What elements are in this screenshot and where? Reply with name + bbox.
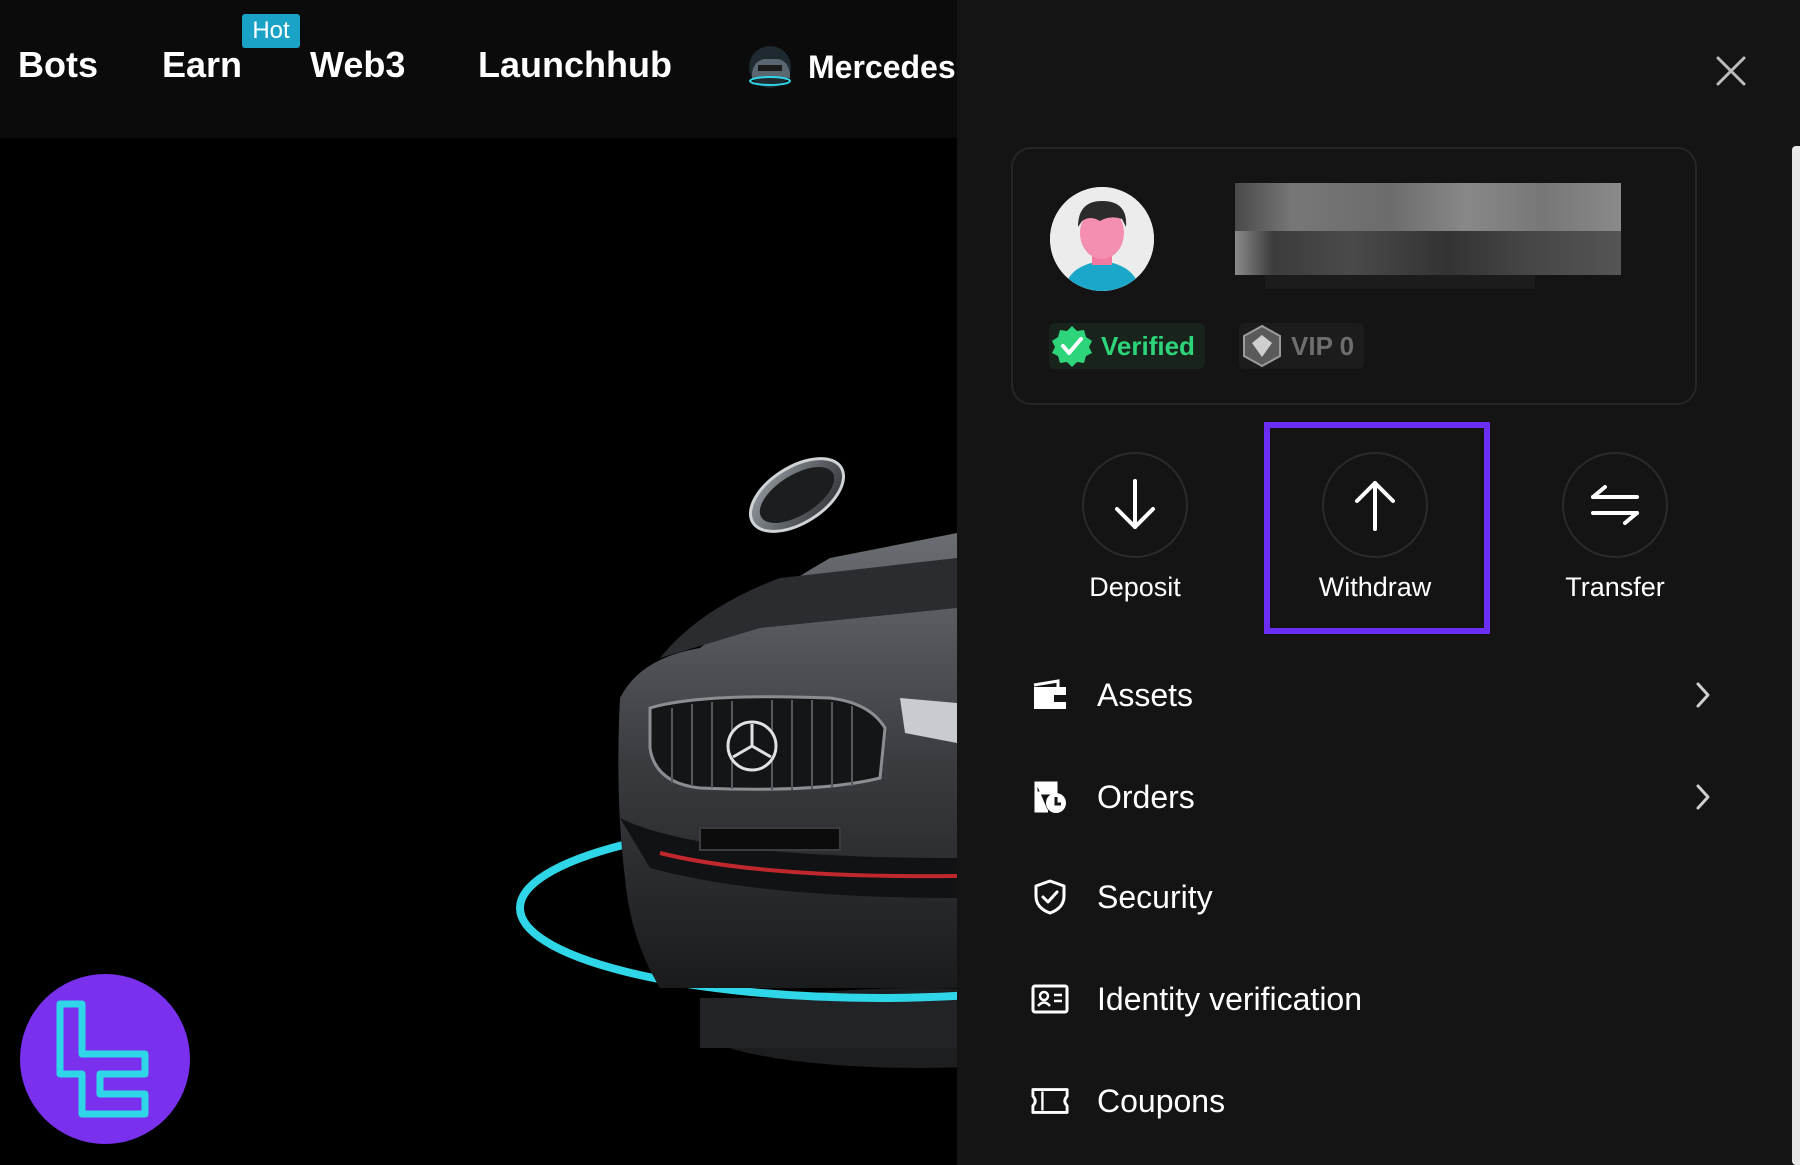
nav-web3[interactable]: Web3	[310, 44, 405, 86]
nav-mercedes-promo[interactable]: Mercedes	[744, 42, 956, 92]
arrow-down-icon	[1115, 479, 1155, 529]
logo-watermark	[20, 974, 190, 1144]
blurred-username	[1235, 183, 1621, 293]
user-profile-card: Verified VIP 0	[1011, 147, 1697, 405]
ticket-icon	[1031, 1082, 1069, 1120]
verified-label: Verified	[1101, 330, 1195, 361]
chevron-right-icon	[1696, 784, 1710, 810]
menu-item-assets[interactable]: Assets	[1031, 660, 1713, 730]
nav-earn[interactable]: Earn	[162, 44, 242, 86]
verified-check-icon	[1052, 326, 1092, 367]
avatar[interactable]	[1050, 187, 1154, 291]
transfer-arrows-icon	[1591, 485, 1639, 525]
chevron-right-icon	[1696, 682, 1710, 708]
page-background: Bots Earn Hot Web3 Launchhub Mercedes	[0, 0, 957, 1165]
withdraw-highlight-frame	[1264, 422, 1490, 634]
close-icon[interactable]	[1712, 52, 1750, 90]
tc-logo-icon	[56, 1000, 149, 1118]
menu-item-identity-verification[interactable]: Identity verification	[1031, 964, 1713, 1034]
nav-mercedes-label: Mercedes	[808, 48, 956, 85]
wallet-icon	[1031, 676, 1069, 714]
deposit-circle	[1082, 452, 1188, 558]
menu-item-security[interactable]: Security	[1031, 862, 1713, 932]
transfer-label: Transfer	[1565, 572, 1665, 602]
menu-item-coupons[interactable]: Coupons	[1031, 1066, 1713, 1136]
menu-orders-label: Orders	[1097, 778, 1195, 815]
orders-clock-icon	[1031, 778, 1069, 816]
nav-launchhub[interactable]: Launchhub	[478, 44, 672, 86]
transfer-button[interactable]: Transfer	[1545, 452, 1685, 603]
vip-badge: VIP 0	[1239, 323, 1365, 369]
menu-assets-label: Assets	[1097, 676, 1194, 713]
deposit-label: Deposit	[1089, 572, 1181, 602]
car-thumbnail-icon	[749, 46, 791, 88]
vip-diamond-icon	[1243, 324, 1281, 368]
transfer-circle	[1562, 452, 1668, 558]
menu-item-orders[interactable]: Orders	[1031, 762, 1713, 832]
account-drawer: Verified VIP 0 Deposit Withdraw Transfer…	[957, 0, 1800, 1165]
deposit-button[interactable]: Deposit	[1065, 452, 1205, 603]
nav-bots[interactable]: Bots	[18, 44, 98, 86]
drawer-scrollbar[interactable]	[1792, 146, 1800, 1165]
menu-coupons-label: Coupons	[1097, 1082, 1226, 1119]
menu-identity-label: Identity verification	[1097, 980, 1363, 1017]
id-card-icon	[1031, 980, 1069, 1018]
hot-badge: Hot	[242, 14, 300, 48]
vip-label: VIP 0	[1291, 330, 1355, 361]
user-avatar-icon	[1050, 187, 1154, 291]
verified-badge: Verified	[1049, 323, 1205, 369]
top-navigation: Bots Earn Hot Web3 Launchhub Mercedes	[0, 0, 957, 138]
shield-check-icon	[1031, 878, 1069, 916]
menu-security-label: Security	[1097, 878, 1213, 915]
